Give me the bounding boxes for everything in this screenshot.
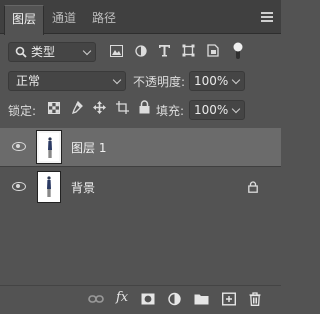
smart-object-filter-icon[interactable] (207, 44, 219, 57)
blend-mode-value: 正常 (16, 74, 41, 88)
layer-thumbnail (36, 130, 62, 164)
search-icon (15, 46, 27, 58)
link-layers-icon[interactable] (88, 292, 104, 306)
layer-row[interactable]: 图层 1 (0, 128, 281, 167)
layers-panel: 图层 通道 路径 类型 正常 不透明度: 100% 锁定: 填充: 100% 图… (0, 0, 281, 314)
lock-transparent-pixels-icon[interactable] (48, 102, 60, 114)
panel-menu-icon[interactable] (261, 12, 273, 22)
layer-thumbnail (37, 171, 61, 203)
opacity-label: 不透明度: (133, 75, 186, 89)
visibility-eye-icon[interactable] (12, 142, 26, 151)
lock-all-icon[interactable] (139, 100, 150, 114)
delete-layer-icon[interactable] (249, 292, 261, 306)
filter-type-value: 类型 (31, 45, 56, 59)
adjustment-filter-icon[interactable] (135, 45, 147, 57)
lock-image-pixels-icon[interactable] (71, 101, 83, 115)
adjustment-layer-icon[interactable] (168, 292, 181, 306)
lock-label: 锁定: (8, 104, 37, 118)
person-figure-icon (47, 176, 51, 197)
layer-row[interactable]: 背景 (0, 168, 281, 206)
new-group-icon[interactable] (194, 292, 209, 306)
chevron-down-icon[interactable] (231, 75, 241, 85)
filter-toggle-icon[interactable] (233, 42, 243, 60)
layers-footer-toolbar: fx (0, 285, 281, 314)
lock-artboard-icon[interactable] (116, 101, 129, 114)
filter-type-select[interactable]: 类型 (8, 42, 96, 62)
visibility-eye-icon[interactable] (12, 182, 26, 191)
new-layer-icon[interactable] (222, 292, 236, 306)
tab-channels[interactable]: 通道 (46, 5, 82, 33)
layer-lock-icon[interactable] (248, 181, 258, 193)
layer-style-icon[interactable]: fx (116, 290, 128, 305)
panel-tab-bar: 图层 通道 路径 (0, 0, 281, 35)
blend-mode-select[interactable]: 正常 (8, 71, 126, 91)
layers-list: 图层 1 背景 (0, 125, 281, 285)
layer-name[interactable]: 图层 1 (71, 139, 106, 156)
shape-filter-icon[interactable] (182, 44, 195, 57)
image-filter-icon[interactable] (110, 45, 123, 57)
fill-input[interactable]: 100% (189, 100, 245, 120)
opacity-input[interactable]: 100% (189, 71, 245, 91)
tab-layers[interactable]: 图层 (4, 5, 44, 35)
fill-value: 100% (194, 103, 229, 117)
opacity-value: 100% (194, 74, 229, 88)
chevron-down-icon (82, 46, 92, 56)
person-figure-icon (48, 137, 52, 158)
lock-position-icon[interactable] (93, 101, 106, 114)
chevron-down-icon[interactable] (231, 104, 241, 114)
layer-name[interactable]: 背景 (71, 179, 95, 196)
type-filter-icon[interactable] (158, 44, 171, 57)
fill-label: 填充: (156, 104, 185, 118)
tab-paths[interactable]: 路径 (86, 5, 122, 33)
chevron-down-icon (112, 75, 122, 85)
layer-mask-icon[interactable] (141, 292, 155, 306)
